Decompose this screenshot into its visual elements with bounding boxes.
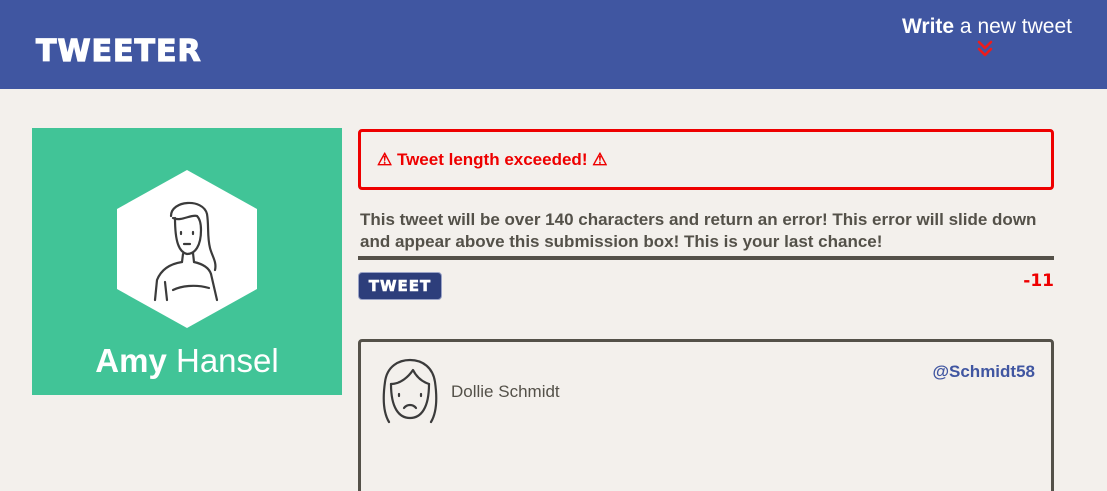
compose-label[interactable]: Write a new tweet	[902, 14, 1072, 40]
tweet-author-handle[interactable]: @Schmidt58	[932, 362, 1035, 382]
brand-logo[interactable]: TWEETER	[35, 33, 202, 69]
top-nav: TWEETER Write a new tweet	[0, 0, 1107, 89]
user-avatar-icon	[117, 170, 257, 328]
profile-first-name: Amy	[95, 342, 167, 379]
compose-label-strong: Write	[901, 15, 955, 38]
double-chevron-down-icon[interactable]	[975, 39, 995, 59]
tweet-submit-button[interactable]: TWEET	[358, 272, 442, 300]
frowning-avatar-icon	[382, 358, 438, 424]
error-message: ⚠ Tweet length exceeded! ⚠	[358, 129, 1054, 190]
character-counter: -11	[1023, 271, 1054, 291]
tweet-card: Dollie Schmidt @Schmidt58	[358, 339, 1054, 491]
tweet-textarea[interactable]: This tweet will be over 140 characters a…	[358, 208, 1054, 260]
compose-toggle[interactable]: Write a new tweet	[902, 14, 1072, 59]
profile-last-name: Hansel	[175, 342, 279, 379]
compose-label-rest: a new tweet	[954, 15, 1072, 38]
tweet-author-name: Dollie Schmidt	[451, 382, 560, 401]
profile-card: Amy Hansel	[32, 128, 342, 395]
profile-name: Amy Hansel	[32, 342, 342, 380]
